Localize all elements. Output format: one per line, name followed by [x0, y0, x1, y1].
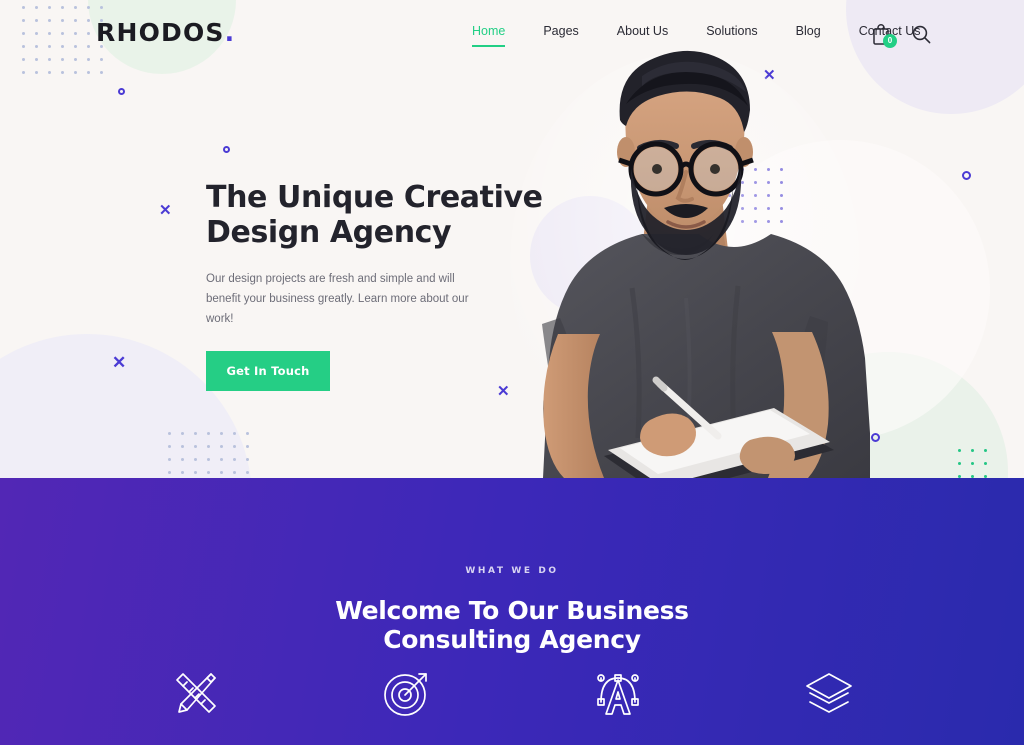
hero-section: ✕ ✕ ✕ ✕ RHODOS. Home Pages About Us Solu… [0, 0, 1024, 478]
hero-title-line-2: Design Agency [206, 215, 452, 251]
hero-title: The Unique Creative Design Agency [206, 180, 543, 251]
section-eyebrow: WHAT WE DO [465, 566, 559, 576]
get-in-touch-button[interactable]: Get In Touch [206, 351, 330, 392]
site-header: RHODOS. Home Pages About Us Solutions Bl… [0, 0, 1024, 72]
landing-page: ✕ ✕ ✕ ✕ RHODOS. Home Pages About Us Solu… [0, 0, 1024, 745]
decor-ring-mid-left [223, 146, 230, 153]
search-icon [912, 25, 930, 43]
ruler-pencil-icon [175, 673, 216, 713]
service-item-development[interactable] [794, 664, 864, 722]
logo-dot: . [224, 18, 236, 47]
service-item-branding[interactable] [583, 664, 653, 722]
search-button[interactable] [910, 22, 932, 46]
logo[interactable]: RHODOS. [96, 18, 235, 47]
header-actions: 0 [870, 22, 932, 48]
cart-button[interactable]: 0 [870, 22, 897, 48]
section-title-line-2: Consulting Agency [383, 625, 641, 655]
decor-ring-upper-left [118, 88, 125, 95]
section-title: Welcome To Our Business Consulting Agenc… [0, 596, 1024, 655]
nav-item-pages[interactable]: Pages [524, 24, 597, 38]
layers-stack-icon [805, 673, 852, 713]
what-we-do-section: WHAT WE DO Welcome To Our Business Consu… [0, 478, 1024, 745]
target-arrow-icon [383, 673, 427, 716]
main-navigation: Home Pages About Us Solutions Blog Conta… [464, 24, 940, 47]
nav-item-blog[interactable]: Blog [777, 24, 840, 38]
cart-count-badge: 0 [883, 34, 897, 48]
hero-subtitle: Our design projects are fresh and simple… [206, 272, 469, 326]
decor-x-mark-left: ✕ [159, 202, 172, 219]
nav-item-about-us[interactable]: About Us [598, 24, 687, 38]
service-item-strategy[interactable] [372, 664, 442, 722]
hero-content: The Unique Creative Design Agency Our de… [206, 180, 543, 392]
nav-item-home[interactable]: Home [464, 24, 524, 47]
decor-dot-grid-bottom-left [168, 432, 249, 474]
service-item-design[interactable] [161, 664, 231, 722]
logo-text: RHODOS [96, 18, 225, 47]
section-title-line-1: Welcome To Our Business [335, 596, 689, 625]
decor-ring-bottom-right [871, 433, 880, 442]
decor-x-mark-lower-left: ✕ [112, 353, 127, 372]
hero-image [500, 48, 870, 478]
decor-dot-grid-bottom-right [958, 449, 987, 478]
nav-item-solutions[interactable]: Solutions [687, 24, 776, 38]
decor-ring-top-right [962, 171, 971, 180]
vector-typography-icon [596, 674, 639, 715]
service-icon-row [0, 664, 1024, 722]
hero-title-line-1: The Unique Creative [206, 180, 543, 215]
